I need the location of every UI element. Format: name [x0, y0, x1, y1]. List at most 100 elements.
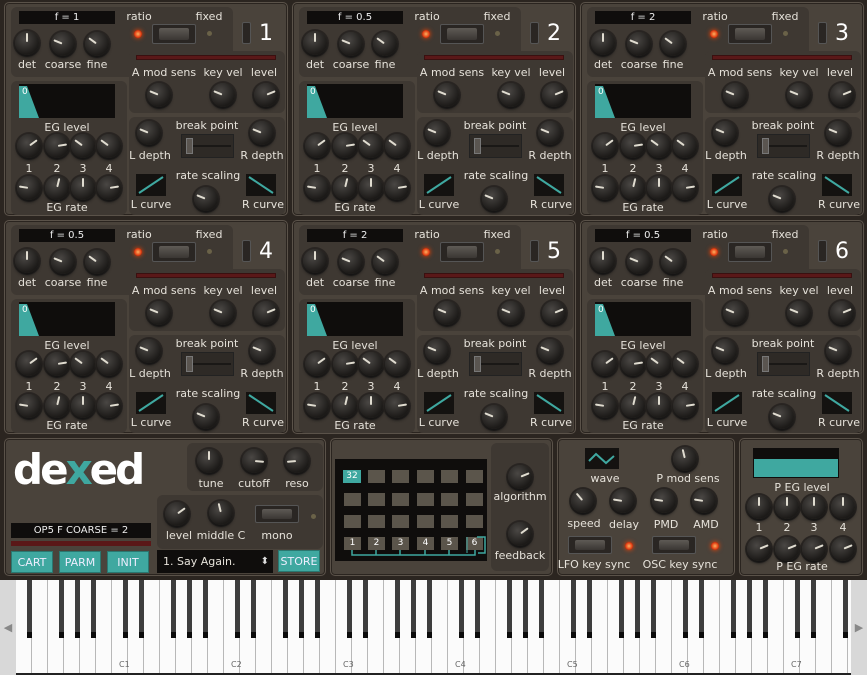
- rate-scaling-knob[interactable]: [194, 405, 218, 429]
- l-depth-knob[interactable]: [425, 121, 449, 145]
- operator-enable-switch[interactable]: [530, 22, 539, 44]
- preset-selector[interactable]: 1. Say Again. ⬍: [157, 550, 273, 573]
- rate-scaling-knob[interactable]: [770, 187, 794, 211]
- l-curve-selector[interactable]: [136, 174, 166, 196]
- white-key[interactable]: [368, 580, 384, 673]
- white-key[interactable]: [144, 580, 160, 673]
- detune-knob[interactable]: [591, 31, 615, 55]
- coarse-knob[interactable]: [51, 32, 75, 56]
- white-key[interactable]: [656, 580, 672, 673]
- key-velocity-knob[interactable]: [499, 301, 523, 325]
- fine-knob[interactable]: [661, 250, 685, 274]
- ratio-fixed-switch[interactable]: [152, 242, 196, 262]
- eg-level-knob-2[interactable]: [621, 352, 645, 376]
- a-mod-sens-knob[interactable]: [435, 301, 459, 325]
- lfo-speed-knob[interactable]: [571, 489, 595, 513]
- eg-level-knob-3[interactable]: [647, 352, 671, 376]
- eg-level-knob-4[interactable]: [385, 352, 409, 376]
- key-velocity-knob[interactable]: [787, 301, 811, 325]
- r-curve-selector[interactable]: [246, 174, 276, 196]
- ratio-fixed-switch[interactable]: [728, 24, 772, 44]
- output-level-knob[interactable]: [542, 301, 566, 325]
- detune-knob[interactable]: [15, 249, 39, 273]
- eg-level-knob-2[interactable]: [45, 352, 69, 376]
- eg-level-knob-2[interactable]: [333, 352, 357, 376]
- lfo-delay-knob[interactable]: [611, 489, 635, 513]
- fine-knob[interactable]: [373, 32, 397, 56]
- p-eg-rate-knob-2[interactable]: [775, 537, 799, 561]
- eg-level-knob-2[interactable]: [621, 134, 645, 158]
- r-depth-knob[interactable]: [538, 339, 562, 363]
- rate-scaling-knob[interactable]: [482, 187, 506, 211]
- r-depth-knob[interactable]: [538, 121, 562, 145]
- p-mod-sens-knob[interactable]: [673, 447, 697, 471]
- key-velocity-knob[interactable]: [211, 83, 235, 107]
- white-key[interactable]: [96, 580, 112, 673]
- eg-rate-knob-2[interactable]: [621, 394, 645, 418]
- eg-level-knob-3[interactable]: [359, 352, 383, 376]
- output-level-knob[interactable]: [254, 83, 278, 107]
- init-button[interactable]: INIT: [107, 551, 149, 573]
- eg-rate-knob-1[interactable]: [593, 394, 617, 418]
- break-point-slider[interactable]: [181, 134, 234, 158]
- p-eg-rate-knob-1[interactable]: [747, 537, 771, 561]
- eg-level-knob-2[interactable]: [333, 134, 357, 158]
- coarse-knob[interactable]: [627, 32, 651, 56]
- coarse-knob[interactable]: [339, 32, 363, 56]
- ratio-fixed-switch[interactable]: [440, 24, 484, 44]
- eg-level-knob-4[interactable]: [97, 352, 121, 376]
- eg-level-knob-3[interactable]: [359, 134, 383, 158]
- rate-scaling-knob[interactable]: [194, 187, 218, 211]
- key-velocity-knob[interactable]: [787, 83, 811, 107]
- eg-rate-knob-3[interactable]: [71, 394, 95, 418]
- slider-thumb[interactable]: [186, 138, 193, 154]
- eg-rate-knob-3[interactable]: [647, 394, 671, 418]
- white-key[interactable]: [768, 580, 784, 673]
- lfo-key-sync-switch[interactable]: [568, 536, 612, 554]
- ratio-fixed-switch[interactable]: [152, 24, 196, 44]
- eg-level-knob-4[interactable]: [97, 134, 121, 158]
- operator-enable-switch[interactable]: [530, 240, 539, 262]
- break-point-slider[interactable]: [469, 134, 522, 158]
- output-level-knob[interactable]: [254, 301, 278, 325]
- eg-level-knob-3[interactable]: [647, 134, 671, 158]
- eg-level-knob-1[interactable]: [593, 134, 617, 158]
- eg-rate-knob-2[interactable]: [45, 394, 69, 418]
- piano-keyboard[interactable]: C1 C2 C3 C4 C5 C6 C7 ◀ ▶: [0, 580, 867, 675]
- white-key[interactable]: [592, 580, 608, 673]
- eg-rate-knob-2[interactable]: [333, 176, 357, 200]
- middle-c-knob[interactable]: [209, 501, 233, 525]
- pmd-knob[interactable]: [652, 489, 676, 513]
- eg-rate-knob-1[interactable]: [305, 394, 329, 418]
- p-eg-level-knob-2[interactable]: [775, 495, 799, 519]
- coarse-knob[interactable]: [627, 250, 651, 274]
- fine-knob[interactable]: [85, 250, 109, 274]
- break-point-slider[interactable]: [757, 134, 810, 158]
- coarse-knob[interactable]: [51, 250, 75, 274]
- eg-rate-knob-2[interactable]: [621, 176, 645, 200]
- eg-level-knob-1[interactable]: [17, 352, 41, 376]
- eg-level-knob-2[interactable]: [45, 134, 69, 158]
- store-button[interactable]: STORE: [278, 550, 320, 572]
- key-velocity-knob[interactable]: [499, 83, 523, 107]
- detune-knob[interactable]: [591, 249, 615, 273]
- mono-switch[interactable]: [255, 505, 299, 523]
- eg-level-knob-4[interactable]: [385, 134, 409, 158]
- scroll-left-button[interactable]: ◀: [0, 580, 16, 675]
- eg-level-knob-4[interactable]: [673, 352, 697, 376]
- l-depth-knob[interactable]: [713, 339, 737, 363]
- white-key[interactable]: [544, 580, 560, 673]
- scroll-right-button[interactable]: ▶: [851, 580, 867, 675]
- operator-enable-switch[interactable]: [242, 22, 251, 44]
- operator-enable-switch[interactable]: [818, 22, 827, 44]
- l-depth-knob[interactable]: [137, 339, 161, 363]
- break-point-slider[interactable]: [469, 352, 522, 376]
- r-curve-selector[interactable]: [822, 174, 852, 196]
- p-eg-level-knob-3[interactable]: [802, 495, 826, 519]
- white-key[interactable]: [256, 580, 272, 673]
- eg-level-knob-4[interactable]: [673, 134, 697, 158]
- eg-rate-knob-3[interactable]: [359, 176, 383, 200]
- eg-rate-knob-4[interactable]: [97, 176, 121, 200]
- eg-level-knob-1[interactable]: [17, 134, 41, 158]
- coarse-knob[interactable]: [339, 250, 363, 274]
